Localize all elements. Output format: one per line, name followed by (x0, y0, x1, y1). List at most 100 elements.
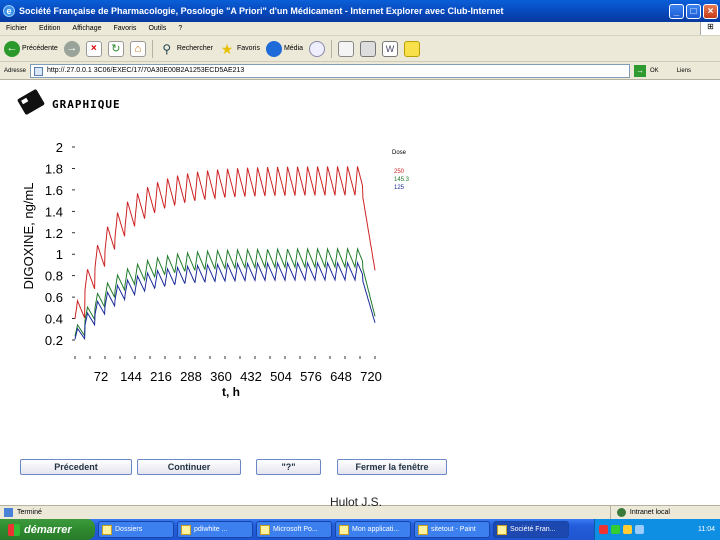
page-icon (34, 66, 44, 76)
status-text: Terminé (17, 509, 42, 516)
back-label: Précédente (22, 45, 58, 52)
home-icon[interactable]: ⌂ (129, 40, 146, 57)
page-content: GRAPHIQUE 2 1.8 1.6 1.4 1.2 1 0.8 0.6 0.4 0.2 72 1… (0, 81, 720, 505)
intranet-icon (616, 508, 626, 517)
toolbar-separator (151, 39, 153, 58)
tray-icon[interactable] (599, 525, 608, 534)
x-tick-label: 216 (150, 369, 172, 384)
edit-icon[interactable]: W (382, 40, 399, 57)
address-bar: Adresse http://.27.0.0.1 3C06/EXEC/17/70… (0, 62, 720, 80)
taskbar-item[interactable]: Microsoft Po... (256, 521, 332, 538)
menu-edit[interactable]: Edition (39, 25, 60, 32)
close-page-button[interactable]: Fermer la fenêtre (337, 459, 447, 475)
y-tick-label: 1.2 (45, 226, 63, 241)
legend: Dose 250 145.3 125 (392, 150, 410, 191)
security-zone: Intranet local (609, 506, 670, 519)
toolbar: ← Précédente → × ↻ ⌂ ⚲ Rechercher ★ Favo… (0, 36, 720, 62)
start-label: démarrer (24, 523, 72, 536)
app-icon (181, 524, 191, 535)
favorites-button[interactable]: ★ Favoris (219, 39, 260, 59)
legend-entry: 250 (394, 169, 405, 175)
y-tick-label: 1 (56, 247, 63, 262)
x-tick-label: 432 (240, 369, 262, 384)
x-tick-label: 360 (210, 369, 232, 384)
taskbar-item-label: Mon applicati... (352, 526, 400, 533)
menu-view[interactable]: Affichage (72, 25, 101, 32)
history-icon[interactable] (309, 40, 326, 57)
zone-label: Intranet local (629, 509, 670, 516)
start-button[interactable]: démarrer (0, 519, 95, 540)
go-label[interactable]: OK (650, 68, 659, 74)
menu-file[interactable]: Fichier (6, 25, 27, 32)
minimize-button[interactable]: _ (669, 3, 684, 19)
y-axis-ticks: 2 1.8 1.6 1.4 1.2 1 0.8 0.6 0.4 0.2 (45, 140, 75, 348)
address-input[interactable]: http://.27.0.0.1 3C06/EXEC/17/70A30E00B2… (30, 63, 631, 78)
x-tick-label: 144 (120, 369, 142, 384)
taskbar-item[interactable]: Dossiers (98, 521, 174, 538)
y-tick-label: 2 (56, 140, 63, 155)
mail-icon[interactable] (338, 40, 355, 57)
ie-icon (497, 524, 507, 535)
folder-icon (102, 524, 112, 535)
x-tick-label: 648 (330, 369, 352, 384)
taskbar-item[interactable]: sitetout - Paint (414, 521, 490, 538)
previous-button[interactable]: Précedent (20, 459, 132, 475)
x-tick-label: 72 (94, 369, 108, 384)
help-button[interactable]: "?" (256, 459, 321, 475)
app-icon (339, 524, 349, 535)
taskbar-item[interactable]: Mon applicati... (335, 521, 411, 538)
messenger-icon[interactable] (404, 40, 421, 57)
x-tick-label: 504 (270, 369, 292, 384)
media-icon (265, 40, 282, 57)
windows-logo-icon (8, 523, 20, 536)
taskbar-item-label: sitetout - Paint (431, 526, 476, 533)
taskbar-item[interactable]: Société Fran... (493, 521, 569, 538)
taskbar-item[interactable]: pdiwhite ... (177, 521, 253, 538)
search-button[interactable]: ⚲ Rechercher (159, 39, 213, 59)
windows-flag-icon: ⊞ (700, 22, 720, 35)
tray-icon[interactable] (635, 525, 644, 534)
ie-icon: e (3, 5, 15, 17)
stop-icon[interactable]: × (85, 40, 102, 57)
taskbar-item-label: pdiwhite ... (194, 526, 228, 533)
print-icon[interactable] (360, 40, 377, 57)
go-arrow-icon[interactable]: → (634, 64, 647, 77)
menu-help[interactable]: ? (178, 25, 182, 32)
system-tray: 11:04 (594, 519, 720, 540)
media-label: Média (283, 45, 304, 52)
close-window-button[interactable]: × (703, 3, 718, 19)
x-axis-label: t, h (222, 385, 240, 399)
continue-button[interactable]: Continuer (137, 459, 241, 475)
address-url: http://.27.0.0.1 3C06/EXEC/17/70A30E00B2… (47, 66, 245, 74)
legend-entry: 145.3 (394, 177, 410, 183)
author-watermark: Hulot J.S. (330, 495, 383, 509)
x-tick-label: 288 (180, 369, 202, 384)
powerpoint-icon (260, 524, 270, 535)
forward-button[interactable]: → (63, 39, 80, 59)
y-tick-label: 1.4 (45, 204, 63, 219)
x-tick-label: 576 (300, 369, 322, 384)
media-button[interactable]: Média (265, 39, 304, 59)
forward-arrow-icon: → (63, 40, 80, 57)
menu-favorites[interactable]: Favoris (113, 25, 136, 32)
series-lines (74, 166, 376, 341)
browser-window: e Société Française de Pharmacologie, Po… (0, 0, 720, 540)
search-label: Rechercher (176, 45, 213, 52)
digoxin-chart: 2 1.8 1.6 1.4 1.2 1 0.8 0.6 0.4 0.2 72 144 216 288 36… (21, 140, 410, 399)
maximize-button[interactable]: □ (686, 3, 701, 19)
taskbar-item-label: Dossiers (115, 526, 143, 533)
tray-icon[interactable] (623, 525, 632, 534)
y-tick-label: 1.8 (45, 161, 63, 176)
clock: 11:04 (698, 526, 715, 533)
menu-tools[interactable]: Outils (148, 25, 166, 32)
x-axis-ticks: 72 144 216 288 360 432 504 576 648 720 (74, 356, 382, 384)
links-label[interactable]: Liens (677, 68, 691, 74)
back-arrow-icon: ← (4, 40, 20, 57)
taskbar-item-label: Société Fran... (510, 526, 556, 533)
search-icon: ⚲ (162, 41, 172, 56)
back-button[interactable]: ← Précédente (4, 39, 58, 59)
tray-icon[interactable] (611, 525, 620, 534)
paint-icon (418, 524, 428, 535)
y-tick-label: 0.6 (45, 290, 63, 305)
refresh-icon[interactable]: ↻ (107, 40, 124, 57)
